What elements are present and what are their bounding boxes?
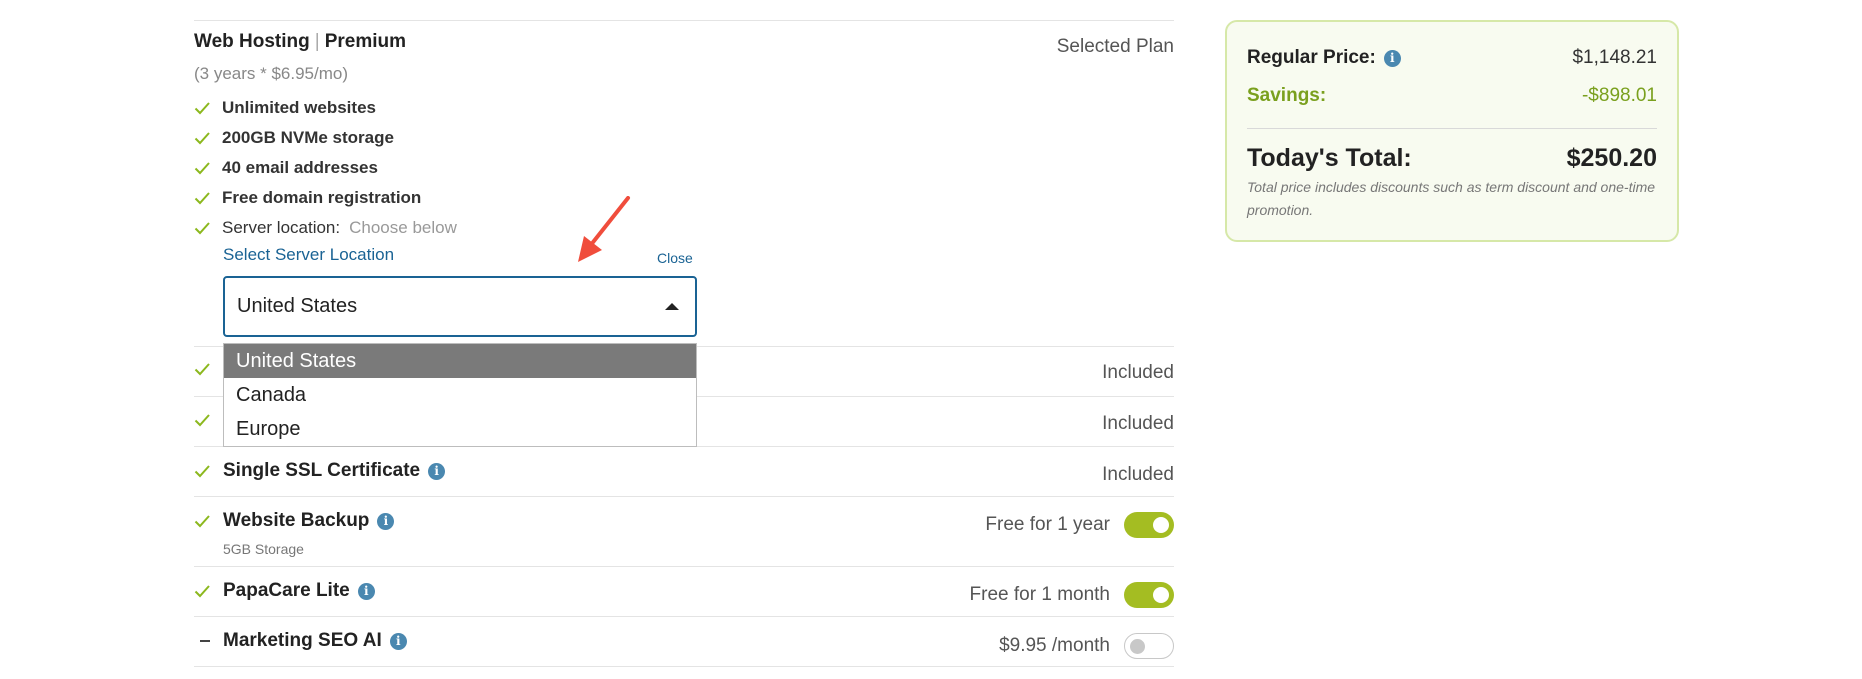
dash-icon — [200, 640, 210, 642]
addon-papacare-lite: PapaCare Lite i — [223, 580, 375, 602]
server-location-dropdown: United States Canada Europe — [223, 343, 697, 447]
caret-up-icon — [665, 303, 679, 310]
server-location-select[interactable]: United States — [223, 276, 697, 337]
feature-server-location: Server location: Choose below — [194, 216, 457, 240]
info-icon[interactable]: i — [389, 632, 407, 650]
check-icon — [194, 100, 210, 116]
info-icon[interactable]: i — [428, 462, 446, 480]
savings-label: Savings: — [1247, 85, 1327, 106]
price-note: Total price includes discounts such as t… — [1247, 179, 1656, 218]
divider — [194, 616, 1174, 617]
option-canada[interactable]: Canada — [224, 378, 696, 412]
check-icon — [194, 583, 210, 599]
select-value: United States — [237, 295, 358, 317]
check-icon — [194, 160, 210, 176]
regular-price-text: Regular Price: — [1247, 47, 1376, 68]
plan-term: (3 years * $6.95/mo) — [194, 64, 349, 83]
addon-status: $9.95 /month — [999, 635, 1110, 656]
info-icon[interactable]: i — [357, 582, 375, 600]
toggle-knob — [1153, 517, 1169, 533]
check-icon — [194, 463, 210, 479]
addon-name: Marketing SEO AI — [223, 630, 382, 651]
check-icon — [194, 220, 210, 236]
red-arrow-annotation — [578, 196, 630, 262]
option-europe[interactable]: Europe — [224, 412, 696, 446]
server-location-label: Server location: — [222, 218, 341, 237]
feature-label: 200GB NVMe storage — [222, 128, 394, 147]
total-value: $250.20 — [1566, 144, 1657, 172]
addon-website-backup: Website Backup i — [223, 510, 395, 532]
addon-name: Single SSL Certificate — [223, 460, 421, 481]
toggle-knob — [1130, 638, 1145, 654]
close-link[interactable]: Close — [657, 250, 693, 266]
feature-label: Unlimited websites — [222, 98, 376, 117]
addon-marketing-seo-ai: Marketing SEO AI i — [223, 630, 407, 652]
addon-sub: 5GB Storage — [223, 541, 304, 557]
divider — [194, 20, 1174, 21]
title-separator: | — [314, 31, 320, 52]
regular-price-value: $1,148.21 — [1572, 47, 1657, 68]
papacare-lite-toggle[interactable] — [1124, 582, 1174, 608]
website-backup-toggle[interactable] — [1124, 512, 1174, 538]
divider — [194, 496, 1174, 497]
addon-status: Included — [1102, 362, 1174, 383]
summary-divider — [1247, 128, 1657, 129]
order-summary: Regular Price: i $1,148.21 Savings: -$89… — [1225, 20, 1679, 242]
info-icon[interactable]: i — [1383, 49, 1401, 67]
feature-label: 40 email addresses — [222, 158, 378, 177]
marketing-seo-ai-toggle[interactable] — [1124, 633, 1174, 659]
toggle-knob — [1153, 587, 1169, 603]
addon-status: Included — [1102, 413, 1174, 434]
plan-title: Web Hosting | Premium — [194, 31, 406, 53]
check-icon — [194, 361, 210, 377]
feature-item: 40 email addresses — [194, 156, 378, 180]
server-location-value: Choose below — [349, 218, 457, 237]
feature-item: Unlimited websites — [194, 96, 376, 120]
savings-value: -$898.01 — [1581, 85, 1657, 106]
feature-item: 200GB NVMe storage — [194, 126, 394, 150]
addon-name: PapaCare Lite — [223, 580, 350, 601]
divider — [194, 566, 1174, 567]
check-icon — [194, 190, 210, 206]
regular-price-label: Regular Price: i — [1247, 47, 1401, 69]
check-icon — [194, 130, 210, 146]
check-icon — [194, 412, 210, 428]
option-united-states[interactable]: United States — [224, 344, 696, 378]
addon-name: Website Backup — [223, 510, 370, 531]
plan-name: Web Hosting — [194, 31, 310, 52]
total-label: Today's Total: — [1247, 144, 1412, 172]
info-icon[interactable]: i — [377, 512, 395, 530]
selected-plan-label: Selected Plan — [1056, 36, 1174, 57]
select-server-location-label: Select Server Location — [223, 245, 395, 264]
feature-item: Free domain registration — [194, 186, 421, 210]
addon-ssl: Single SSL Certificate i — [223, 460, 446, 482]
addon-status: Free for 1 year — [985, 514, 1110, 535]
divider — [194, 666, 1174, 667]
addon-status: Free for 1 month — [969, 584, 1110, 605]
check-icon — [194, 513, 210, 529]
addon-status: Included — [1102, 464, 1174, 485]
feature-label: Free domain registration — [222, 188, 422, 207]
plan-tier: Premium — [324, 31, 407, 52]
